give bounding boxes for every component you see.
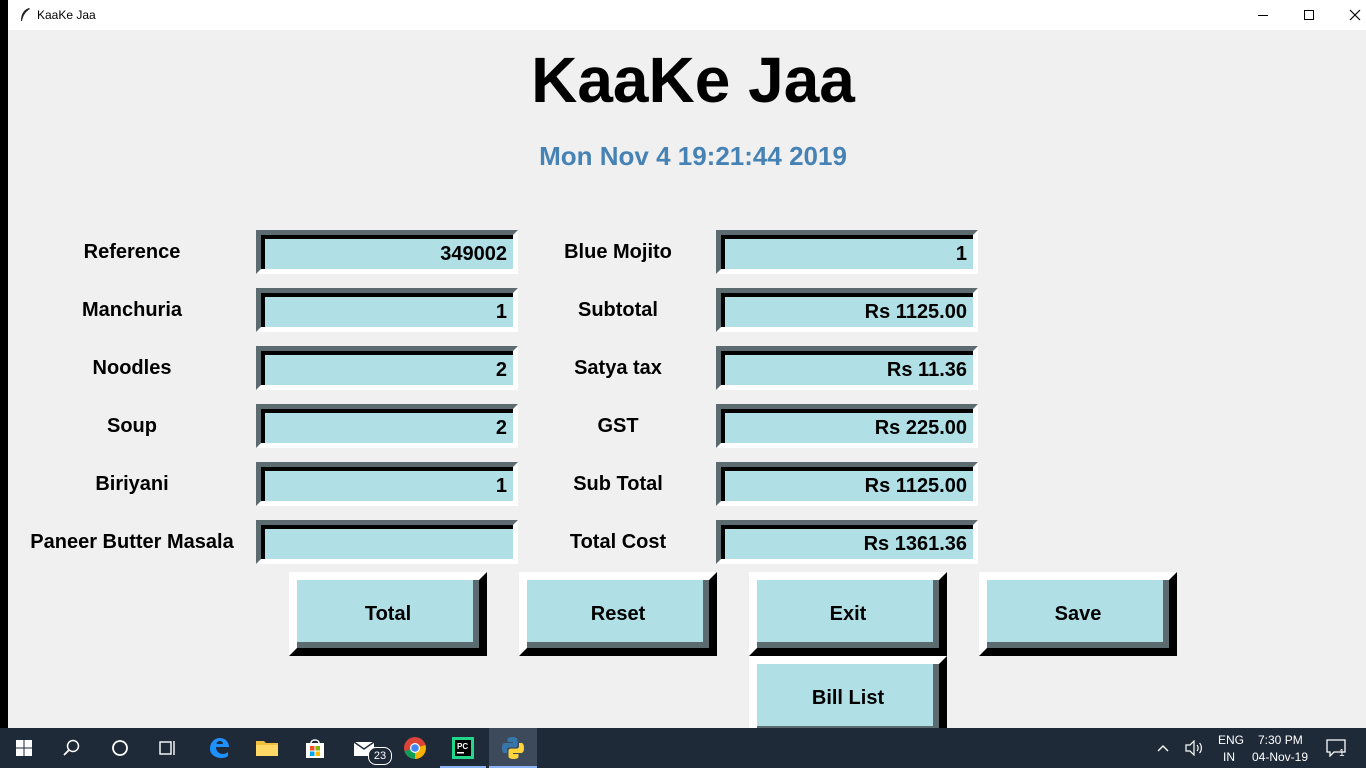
bill-list-button[interactable]: Bill List xyxy=(749,656,947,728)
satya-tax-label: Satya tax xyxy=(574,357,662,379)
speaker-icon xyxy=(1185,740,1202,756)
taskbar-date: 04-Nov-19 xyxy=(1252,750,1309,764)
mail-button[interactable]: 23 xyxy=(342,728,392,768)
volume-button[interactable] xyxy=(1182,728,1206,768)
python-icon xyxy=(502,737,524,759)
sub-total-label: Sub Total xyxy=(573,473,663,495)
subtotal-label: Subtotal xyxy=(578,299,658,321)
windows-icon xyxy=(16,740,32,756)
taskbar: 23 PC ENG IN 7:30 PM 04-Nov-19 1 xyxy=(0,728,1366,768)
satya-tax-value[interactable]: Rs 11.36 xyxy=(721,351,973,385)
notification-count: 1 xyxy=(1339,748,1345,759)
soup-value[interactable]: 2 xyxy=(261,409,513,443)
minimize-button[interactable] xyxy=(1240,0,1286,30)
store-button[interactable] xyxy=(292,728,338,768)
store-icon xyxy=(306,739,324,758)
save-button[interactable]: Save xyxy=(979,572,1177,656)
sub-total-value[interactable]: Rs 1125.00 xyxy=(721,467,973,501)
total-cost-field[interactable]: Rs 1361.36 xyxy=(716,520,978,564)
mail-count-badge: 23 xyxy=(368,747,392,765)
reference-field[interactable]: 349002 xyxy=(256,230,518,274)
task-view-button[interactable] xyxy=(144,728,192,768)
manchuria-field[interactable]: 1 xyxy=(256,288,518,332)
close-icon xyxy=(1349,9,1361,21)
cortana-button[interactable] xyxy=(96,728,144,768)
gst-value[interactable]: Rs 225.00 xyxy=(721,409,973,443)
app-heading: KaaKe Jaa xyxy=(531,44,855,116)
pycharm-button[interactable]: PC xyxy=(440,728,486,768)
edge-icon xyxy=(210,738,229,758)
maximize-icon xyxy=(1304,10,1314,20)
file-explorer-button[interactable] xyxy=(244,728,290,768)
maximize-button[interactable] xyxy=(1286,0,1332,30)
start-button[interactable] xyxy=(0,728,48,768)
chevron-up-icon xyxy=(1157,745,1169,752)
blue-mojito-value[interactable]: 1 xyxy=(721,235,973,269)
minimize-icon xyxy=(1258,15,1268,16)
edge-button[interactable] xyxy=(196,728,242,768)
biriyani-value[interactable]: 1 xyxy=(261,467,513,501)
soup-field[interactable]: 2 xyxy=(256,404,518,448)
gst-field[interactable]: Rs 225.00 xyxy=(716,404,978,448)
paneer-butter-masala-label: Paneer Butter Masala xyxy=(30,531,234,553)
exit-button[interactable]: Exit xyxy=(749,572,947,656)
subtotal-value[interactable]: Rs 1125.00 xyxy=(721,293,973,327)
svg-text:PC: PC xyxy=(457,742,468,751)
title-bar[interactable]: KaaKe Jaa xyxy=(8,0,1366,30)
satya-tax-field[interactable]: Rs 11.36 xyxy=(716,346,978,390)
reference-value[interactable]: 349002 xyxy=(261,235,513,269)
total-cost-value[interactable]: Rs 1361.36 xyxy=(721,525,973,559)
task-view-icon xyxy=(159,741,175,755)
gst-label: GST xyxy=(597,415,639,437)
noodles-label: Noodles xyxy=(92,357,172,379)
chrome-icon xyxy=(404,737,426,759)
python-button[interactable] xyxy=(489,728,537,768)
window-title: KaaKe Jaa xyxy=(37,8,96,22)
close-button[interactable] xyxy=(1332,0,1366,30)
blue-mojito-field[interactable]: 1 xyxy=(716,230,978,274)
reset-button[interactable]: Reset xyxy=(519,572,717,656)
manchuria-label: Manchuria xyxy=(81,299,183,321)
noodles-value[interactable]: 2 xyxy=(261,351,513,385)
paneer-butter-masala-field[interactable] xyxy=(256,520,518,564)
date-time-label: Mon Nov 4 19:21:44 2019 xyxy=(539,141,847,171)
folder-icon xyxy=(256,741,278,756)
paneer-butter-masala-value[interactable] xyxy=(261,525,513,559)
reference-label: Reference xyxy=(83,241,181,263)
total-button[interactable]: Total xyxy=(289,572,487,656)
total-cost-label: Total Cost xyxy=(569,531,667,553)
subtotal-field[interactable]: Rs 1125.00 xyxy=(716,288,978,332)
search-icon xyxy=(63,739,80,756)
biriyani-field[interactable]: 1 xyxy=(256,462,518,506)
cortana-icon xyxy=(112,740,128,756)
pycharm-icon: PC xyxy=(452,737,474,759)
feather-icon xyxy=(21,8,30,21)
language-code: ENG xyxy=(1218,733,1245,747)
sub-total-field[interactable]: Rs 1125.00 xyxy=(716,462,978,506)
region-code: IN xyxy=(1223,750,1235,764)
taskbar-time: 7:30 PM xyxy=(1258,733,1303,747)
show-hidden-icons-button[interactable] xyxy=(1152,728,1174,768)
biriyani-label: Biriyani xyxy=(95,473,169,495)
noodles-field[interactable]: 2 xyxy=(256,346,518,390)
chrome-button[interactable] xyxy=(392,728,438,768)
action-center-button[interactable]: 1 xyxy=(1318,728,1354,768)
manchuria-value[interactable]: 1 xyxy=(261,293,513,327)
app-window: KaaKe Jaa KaaKe Jaa Mon Nov 4 19:21:44 2… xyxy=(8,0,1366,728)
search-button[interactable] xyxy=(48,728,96,768)
blue-mojito-label: Blue Mojito xyxy=(564,241,672,263)
soup-label: Soup xyxy=(107,415,157,437)
